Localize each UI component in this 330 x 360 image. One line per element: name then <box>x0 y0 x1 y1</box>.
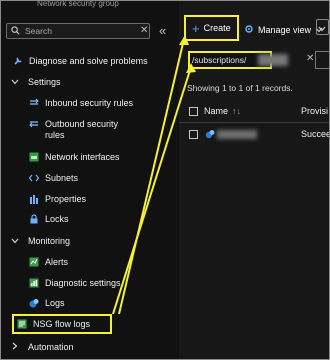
arrow-head-icon <box>186 63 196 73</box>
arrow-head-icon <box>179 35 189 45</box>
arrow-to-create <box>118 38 185 315</box>
app-window: Network security group Search ✕ « Diagno… <box>0 0 330 360</box>
annotation-arrows <box>112 35 196 315</box>
arrow-to-filter <box>112 66 192 315</box>
